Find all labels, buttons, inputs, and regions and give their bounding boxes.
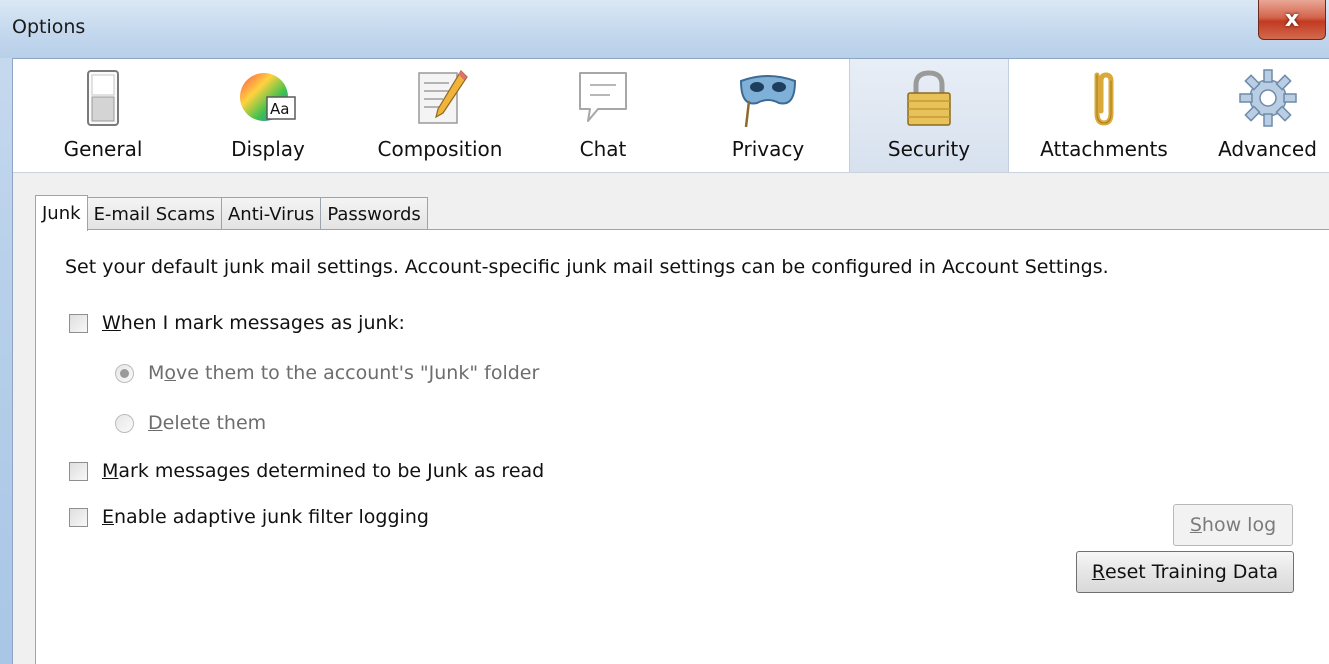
tab-passwords[interactable]: Passwords (320, 197, 428, 230)
pencil-document-icon (418, 70, 468, 124)
tab-junk[interactable]: Junk (35, 195, 88, 231)
switch-icon (87, 70, 119, 126)
pane-attachments[interactable]: Attachments (1019, 59, 1189, 172)
move-to-junk-folder-radio[interactable] (115, 363, 134, 383)
gear-icon (1238, 69, 1297, 127)
pane-security[interactable]: Security (849, 59, 1009, 172)
speech-bubble-icon (579, 72, 627, 122)
window-title-bar: Options x (0, 0, 1329, 58)
delete-them-radio[interactable] (115, 413, 134, 433)
padlock-icon (907, 70, 951, 126)
color-wheel-icon: Aa (240, 73, 296, 121)
pane-label-attachments: Attachments (1040, 137, 1168, 161)
pane-general[interactable]: General (13, 59, 193, 172)
options-dialog: General Aa Display Composition Chat Priv… (12, 58, 1329, 664)
security-tabs: Junk E-mail Scams Anti-Virus Passwords (35, 195, 428, 231)
pane-advanced[interactable]: Advanced (1205, 59, 1329, 172)
adaptive-logging-checkbox[interactable] (69, 507, 88, 527)
junk-tab-panel: Set your default junk mail settings. Acc… (35, 229, 1329, 664)
tab-email-scams[interactable]: E-mail Scams (86, 197, 222, 230)
move-to-junk-folder-label: Move them to the account's "Junk" folder (148, 362, 540, 384)
mark-read-row[interactable]: Mark messages determined to be Junk as r… (69, 460, 544, 482)
pane-label-composition: Composition (377, 137, 503, 161)
pane-content: Junk E-mail Scams Anti-Virus Passwords S… (13, 173, 1329, 664)
pane-label-advanced: Advanced (1218, 137, 1317, 161)
pane-label-chat: Chat (579, 137, 627, 161)
tab-anti-virus[interactable]: Anti-Virus (220, 197, 322, 230)
pane-privacy[interactable]: Privacy (693, 59, 843, 172)
pane-label-privacy: Privacy (731, 137, 805, 161)
pane-label-general: General (63, 137, 143, 161)
move-to-junk-folder-row[interactable]: Move them to the account's "Junk" folder (115, 362, 539, 384)
mark-as-junk-row[interactable]: When I mark messages as junk: (69, 312, 405, 334)
mark-as-junk-checkbox[interactable] (69, 313, 88, 333)
paperclip-icon (1094, 72, 1114, 126)
close-button[interactable]: x (1258, 0, 1326, 40)
mark-read-checkbox[interactable] (69, 461, 88, 481)
adaptive-logging-row[interactable]: Enable adaptive junk filter logging (69, 506, 429, 528)
mark-as-junk-label: When I mark messages as junk: (102, 312, 405, 334)
mask-icon (739, 75, 797, 128)
adaptive-logging-label: Enable adaptive junk filter logging (102, 506, 429, 528)
pane-composition[interactable]: Composition (355, 59, 525, 172)
delete-them-row[interactable]: Delete them (115, 412, 266, 434)
reset-training-data-button[interactable]: Reset Training Data (1076, 551, 1294, 593)
pane-chat[interactable]: Chat (543, 59, 663, 172)
junk-description: Set your default junk mail settings. Acc… (65, 256, 1109, 278)
pane-label-display: Display (231, 137, 305, 161)
pane-label-security: Security (887, 137, 971, 161)
svg-text:Aa: Aa (270, 100, 289, 118)
close-icon: x (1284, 7, 1300, 32)
delete-them-label: Delete them (148, 412, 267, 434)
pane-toolbar: General Aa Display Composition Chat Priv… (13, 59, 1329, 173)
mark-read-label: Mark messages determined to be Junk as r… (102, 460, 545, 482)
show-log-button[interactable]: Show log (1173, 504, 1293, 546)
window-title: Options (12, 16, 86, 38)
pane-display[interactable]: Aa Display (193, 59, 343, 172)
